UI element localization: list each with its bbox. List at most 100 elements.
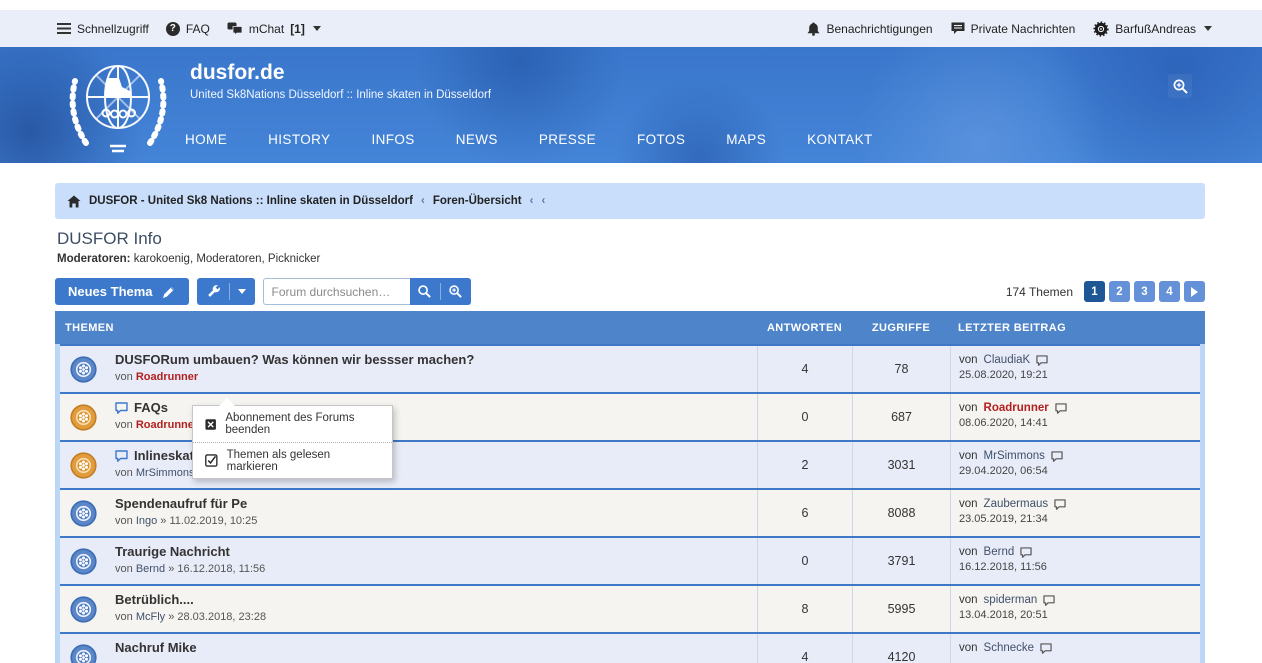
forum-tools-button[interactable]	[197, 278, 255, 305]
last-post-cell: von ClaudiaK 25.08.2020, 19:21	[950, 346, 1200, 392]
topic-title-link[interactable]: FAQs	[134, 400, 168, 415]
next-page-button[interactable]	[1184, 281, 1205, 302]
replies-count: 0	[757, 394, 852, 440]
topic-title-link[interactable]: Traurige Nachricht	[115, 544, 230, 559]
mark-read-icon	[205, 454, 218, 467]
mchat-count-badge: [1]	[290, 22, 305, 36]
last-post-date: 29.04.2020, 06:54	[959, 465, 1192, 477]
page-button-3[interactable]: 3	[1134, 281, 1155, 302]
page-button-1[interactable]: 1	[1084, 281, 1105, 302]
nav-item-kontakt[interactable]: KONTAKT	[807, 132, 873, 147]
notifications-button[interactable]: Benachrichtigungen	[807, 22, 932, 36]
last-post-author-link[interactable]: spiderman	[984, 594, 1038, 606]
topic-author-line: von Roadrunner	[115, 371, 749, 383]
last-post-author-link[interactable]: Schnecke	[984, 642, 1035, 654]
last-post-date: 16.12.2018, 11:56	[959, 561, 1192, 573]
goto-last-post-icon[interactable]	[1040, 643, 1052, 654]
menu-item-label: Abonnement des Forums beenden	[225, 412, 380, 436]
menu-item-label: Themen als gelesen markieren	[227, 449, 380, 473]
site-logo[interactable]	[62, 51, 174, 162]
nav-item-news[interactable]: NEWS	[456, 132, 498, 147]
user-menu[interactable]: BarfußAndreas	[1093, 21, 1212, 37]
search-submit-button[interactable]	[410, 278, 440, 305]
topic-title-link[interactable]: Spendenaufruf für Pe	[115, 496, 247, 511]
posted-in-topic-icon[interactable]	[115, 450, 128, 462]
column-header-lastpost: LETZTER BEITRAG	[950, 322, 1205, 334]
topic-title-link[interactable]: Betrüblich....	[115, 592, 194, 607]
nav-item-home[interactable]: HOME	[185, 132, 227, 147]
quick-links-label: Schnellzugriff	[77, 22, 149, 36]
advanced-search-button[interactable]	[441, 278, 471, 305]
bell-icon	[807, 22, 820, 36]
button-divider	[229, 283, 230, 300]
last-post-cell: von MrSimmons 29.04.2020, 06:54	[950, 442, 1200, 488]
posted-in-topic-icon[interactable]	[115, 402, 128, 414]
topic-wheel-icon	[70, 356, 97, 383]
topic-title-link[interactable]: DUSFORum umbauen? Was können wir bessser…	[115, 352, 474, 367]
views-count: 687	[852, 394, 950, 440]
column-header-views: ZUGRIFFE	[852, 322, 950, 334]
breadcrumb-root[interactable]: DUSFOR - United Sk8 Nations :: Inline sk…	[89, 195, 413, 207]
topic-title-link[interactable]: Nachruf Mike	[115, 640, 197, 655]
site-header: dusfor.de United Sk8Nations Düsseldorf :…	[0, 47, 1262, 163]
topic-wheel-icon	[70, 644, 97, 663]
last-post-author-link[interactable]: Roadrunner	[984, 402, 1049, 414]
views-count: 78	[852, 346, 950, 392]
breadcrumb-current[interactable]: Foren-Übersicht	[433, 195, 522, 207]
page-button-4[interactable]: 4	[1159, 281, 1180, 302]
breadcrumb-separator: ‹	[541, 195, 545, 207]
topic-wheel-icon	[70, 596, 97, 623]
chevron-down-icon	[313, 26, 321, 31]
topic-author-link[interactable]: MrSimmons	[136, 467, 195, 479]
private-messages-button[interactable]: Private Nachrichten	[951, 22, 1076, 36]
nav-item-infos[interactable]: INFOS	[371, 132, 414, 147]
quick-links-menu[interactable]: Schnellzugriff	[57, 22, 149, 36]
mchat-menu[interactable]: mChat [1]	[227, 22, 321, 36]
menu-item-unsubscribe[interactable]: Abonnement des Forums beenden	[193, 406, 392, 442]
forum-toolbar: Neues Thema	[55, 278, 1205, 305]
last-post-author-link[interactable]: Zaubermaus	[984, 498, 1049, 510]
topic-wheel-icon	[70, 452, 97, 479]
menu-item-mark-read[interactable]: Themen als gelesen markieren	[193, 442, 392, 478]
logo-emblem	[62, 51, 174, 157]
forum-search	[263, 278, 471, 305]
search-icon	[417, 284, 432, 299]
chevron-down-icon	[1204, 26, 1212, 31]
new-topic-button[interactable]: Neues Thema	[55, 278, 189, 305]
replies-count: 4	[757, 634, 852, 663]
moderators-list[interactable]: karokoenig, Moderatoren, Picknicker	[134, 253, 321, 265]
last-post-author-link[interactable]: ClaudiaK	[984, 354, 1031, 366]
search-input[interactable]	[263, 278, 410, 305]
goto-last-post-icon[interactable]	[1051, 451, 1063, 462]
replies-count: 4	[757, 346, 852, 392]
page-button-2[interactable]: 2	[1109, 281, 1130, 302]
topic-author-link[interactable]: Roadrunner	[136, 371, 198, 383]
nav-item-presse[interactable]: PRESSE	[539, 132, 596, 147]
goto-last-post-icon[interactable]	[1043, 595, 1055, 606]
nav-item-history[interactable]: HISTORY	[268, 132, 330, 147]
column-header-replies: ANTWORTEN	[757, 322, 852, 334]
goto-last-post-icon[interactable]	[1036, 355, 1048, 366]
goto-last-post-icon[interactable]	[1055, 403, 1067, 414]
last-post-date: 25.08.2020, 19:21	[959, 369, 1192, 381]
last-post-author-link[interactable]: MrSimmons	[984, 450, 1045, 462]
topic-author-link[interactable]: McFly	[136, 611, 165, 623]
pencil-icon	[162, 285, 176, 299]
moderators-line: Moderatoren: karokoenig, Moderatoren, Pi…	[57, 253, 1203, 265]
goto-last-post-icon[interactable]	[1054, 499, 1066, 510]
nav-item-fotos[interactable]: FOTOS	[637, 132, 685, 147]
chat-bubbles-icon	[227, 22, 243, 35]
topic-author-link[interactable]: Ingo	[136, 515, 157, 527]
last-post-cell: von spiderman 13.04.2018, 20:51	[950, 586, 1200, 632]
faq-label: FAQ	[186, 22, 210, 36]
topic-author-link[interactable]: Bernd	[136, 563, 165, 575]
faq-link[interactable]: ? FAQ	[166, 22, 210, 36]
topic-list: DUSFORum umbauen? Was können wir bessser…	[55, 344, 1205, 663]
nav-item-maps[interactable]: MAPS	[726, 132, 766, 147]
header-search-button[interactable]	[1168, 74, 1192, 98]
goto-last-post-icon[interactable]	[1020, 547, 1032, 558]
topic-author-link[interactable]: Roadrunner	[136, 419, 198, 431]
topic-author-line: von McFly » 28.03.2018, 23:28	[115, 611, 749, 623]
last-post-author-link[interactable]: Bernd	[984, 546, 1015, 558]
main-nav: HOME HISTORY INFOS NEWS PRESSE FOTOS MAP…	[185, 132, 873, 147]
